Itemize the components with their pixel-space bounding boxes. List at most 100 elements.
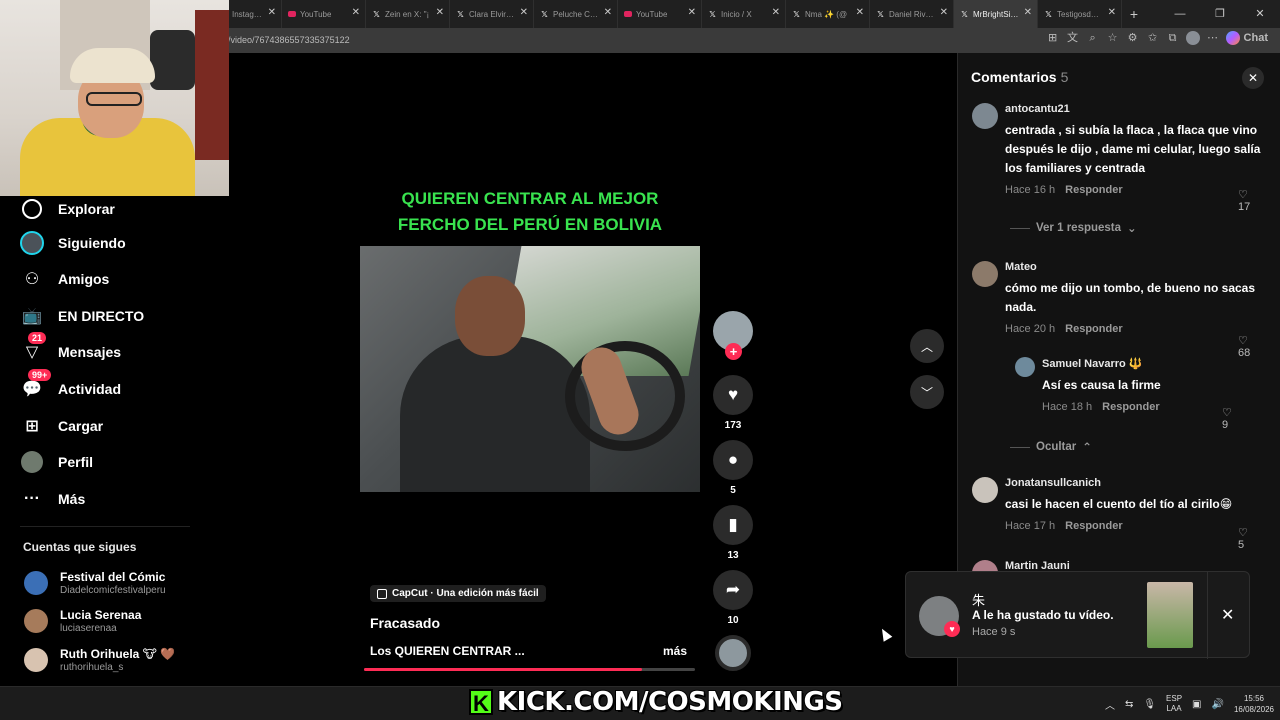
close-tab-icon[interactable]: ✕ [268, 8, 276, 18]
browser-tab[interactable]: YouTube ✕ [618, 0, 702, 28]
new-tab-button[interactable]: + [1122, 6, 1146, 22]
notification-badge: 99+ [28, 369, 52, 381]
x-logo-icon: 𝕏 [457, 9, 464, 19]
comment-username[interactable]: antocantu21 [1005, 103, 1265, 115]
notification-video-thumbnail[interactable] [1147, 582, 1193, 648]
hide-replies-button[interactable]: Ocultar ⌃ [1010, 440, 1092, 454]
previous-video-button[interactable]: ︿ [910, 329, 944, 363]
more-button[interactable]: más [663, 644, 687, 658]
reply-button[interactable]: Responder [1065, 520, 1122, 532]
comment-button[interactable]: ● [713, 440, 753, 480]
browser-tab[interactable]: 𝕏 Nma ✨ (@ ✕ [786, 0, 870, 28]
close-tab-icon[interactable]: ✕ [520, 8, 528, 18]
favorite-star-icon[interactable]: ☆ [1106, 31, 1120, 45]
comment-username[interactable]: Jonatansullcanich [1005, 477, 1265, 489]
sidebar-item-m-s[interactable]: ··· Más [20, 486, 85, 512]
x-logo-icon: 𝕏 [961, 9, 968, 19]
close-tab-icon[interactable]: ✕ [436, 8, 444, 18]
sidebar-item-mensajes[interactable]: ▽ 21 Mensajes [20, 332, 121, 365]
follow-plus-button[interactable]: + [725, 343, 742, 360]
chevron-down-icon: ⌄ [1127, 223, 1137, 235]
like-notification[interactable]: ♥ 朱 A le ha gustado tu vídeo. Hace 9 s ✕ [905, 571, 1250, 659]
network-icon[interactable]: ▣ [1192, 699, 1201, 710]
browser-tab[interactable]: 𝕏 MrBrightSide ✕ [954, 0, 1038, 28]
zoom-icon[interactable]: ⌕ [1086, 31, 1100, 45]
video-author[interactable]: Fracasado [370, 615, 440, 631]
profile-avatar[interactable] [1185, 31, 1200, 45]
close-tab-icon[interactable]: ✕ [1108, 8, 1116, 18]
sidebar-item-actividad[interactable]: 💬 99+ Actividad [20, 369, 121, 402]
menu-dots-icon[interactable]: ⋯ [1206, 31, 1220, 45]
microphone-icon[interactable]: 🎙 [1143, 699, 1156, 710]
close-tab-icon[interactable]: ✕ [352, 8, 360, 18]
tab-label: Testigosdeca [1057, 9, 1103, 19]
close-tab-icon[interactable]: ✕ [688, 8, 696, 18]
copilot-chat-button[interactable]: Chat [1225, 31, 1274, 45]
comment-username[interactable]: Samuel Navarro 🔱 [1042, 357, 1267, 370]
close-tab-icon[interactable]: ✕ [856, 8, 864, 18]
sidebar-item-amigos[interactable]: ⚇ Amigos [20, 266, 110, 292]
reply-button[interactable]: Responder [1065, 323, 1122, 335]
sidebar-item-siguiendo[interactable]: Siguiendo [20, 230, 126, 256]
sidebar-item-explorar[interactable]: Explorar [20, 196, 115, 222]
comment-username[interactable]: Mateo [1005, 261, 1265, 273]
browser-tab[interactable]: 𝕏 Clara Elvira C ✕ [450, 0, 534, 28]
browser-tab[interactable]: 𝕏 Zein en X: "¡ ✕ [366, 0, 450, 28]
browser-tab[interactable]: 𝕏 Peluche Calid ✕ [534, 0, 618, 28]
close-notification-button[interactable]: ✕ [1221, 605, 1234, 625]
music-disc-avatar[interactable] [715, 635, 751, 671]
close-comments-button[interactable]: ✕ [1242, 67, 1264, 89]
followed-account[interactable]: Festival del Cómic Diadelcomicfestivalper… [24, 570, 166, 596]
collections-icon[interactable]: ⧉ [1166, 31, 1180, 45]
favorites-icon[interactable]: ✩ [1146, 31, 1160, 45]
close-tab-icon[interactable]: ✕ [604, 8, 612, 18]
comment-avatar[interactable] [1015, 357, 1035, 377]
like-count: 173 [724, 420, 742, 431]
maximize-button[interactable]: ❐ [1200, 0, 1240, 28]
view-replies-button[interactable]: Ver 1 respuesta ⌄ [1010, 221, 1137, 235]
video-player[interactable]: QUIEREN CENTRAR AL MEJOR FERCHO DEL PERÚ… [230, 53, 957, 686]
comment-body: Mateo cómo me dijo un tombo, de bueno no … [1005, 261, 1265, 335]
comment-avatar[interactable] [972, 103, 998, 129]
close-tab-icon[interactable]: ✕ [772, 8, 780, 18]
keyboard-language[interactable]: ESP LAA [1166, 694, 1182, 714]
followed-account[interactable]: Ruth Orihuela 🐮 🤎 ruthorihuela_s [24, 647, 175, 673]
next-video-button[interactable]: ﹀ [910, 375, 944, 409]
minimize-button[interactable]: — [1160, 0, 1200, 28]
language-switch-icon[interactable]: ⇆ [1125, 699, 1133, 710]
video-progress-bar[interactable] [364, 668, 695, 671]
clock-date: 16/08/2026 [1233, 705, 1274, 714]
close-tab-icon[interactable]: ✕ [1024, 8, 1032, 18]
close-tab-icon[interactable]: ✕ [940, 8, 948, 18]
comment-avatar[interactable] [972, 477, 998, 503]
share-action: ➦ 10 [713, 570, 753, 626]
comment-avatar[interactable] [972, 261, 998, 287]
video-frame[interactable] [360, 246, 700, 492]
followed-account[interactable]: Lucia Serenaa luciaserenaa [24, 608, 141, 634]
share-button[interactable]: ➦ [713, 570, 753, 610]
screen: Instagram ✕ YouTube ✕ 𝕏 Zein en X: "¡ ✕ 𝕏 Clara … [0, 0, 1280, 720]
browser-tab[interactable]: 𝕏 Inicio / X ✕ [702, 0, 786, 28]
show-hidden-icons-icon[interactable]: ︿ [1105, 697, 1115, 712]
reply-button[interactable]: Responder [1102, 401, 1159, 413]
sidebar-item-cargar[interactable]: ⊞ Cargar [20, 413, 103, 439]
browser-tab[interactable]: Instagram ✕ [226, 0, 282, 28]
clock[interactable]: 15:56 16/08/2026 [1234, 693, 1274, 715]
like-button[interactable]: ♥ [713, 375, 753, 415]
save-button[interactable]: ▮ [713, 505, 753, 545]
volume-icon[interactable]: 🔊 [1212, 699, 1224, 710]
browser-tab[interactable]: YouTube ✕ [282, 0, 366, 28]
notification-time: Hace 9 s [972, 626, 1016, 638]
sidebar-item-perfil[interactable]: Perfil [20, 449, 93, 475]
url-field[interactable]: /video/7674386557335375122 [228, 35, 350, 45]
extensions-icon[interactable]: ⚙ [1126, 31, 1140, 45]
translate-icon[interactable]: 文 [1066, 31, 1080, 45]
capcut-badge[interactable]: CapCut · Una edición más fácil [370, 585, 546, 602]
close-window-button[interactable]: ✕ [1240, 0, 1280, 28]
browser-tab[interactable]: 𝕏 Testigosdeca ✕ [1038, 0, 1122, 28]
install-app-icon[interactable]: ⊞ [1046, 31, 1060, 45]
more-icon: ··· [24, 490, 40, 507]
reply-button[interactable]: Responder [1065, 184, 1122, 196]
browser-tab[interactable]: 𝕏 Daniel Rivera ✕ [870, 0, 954, 28]
sidebar-item-en-directo[interactable]: 📺 EN DIRECTO [20, 303, 144, 329]
